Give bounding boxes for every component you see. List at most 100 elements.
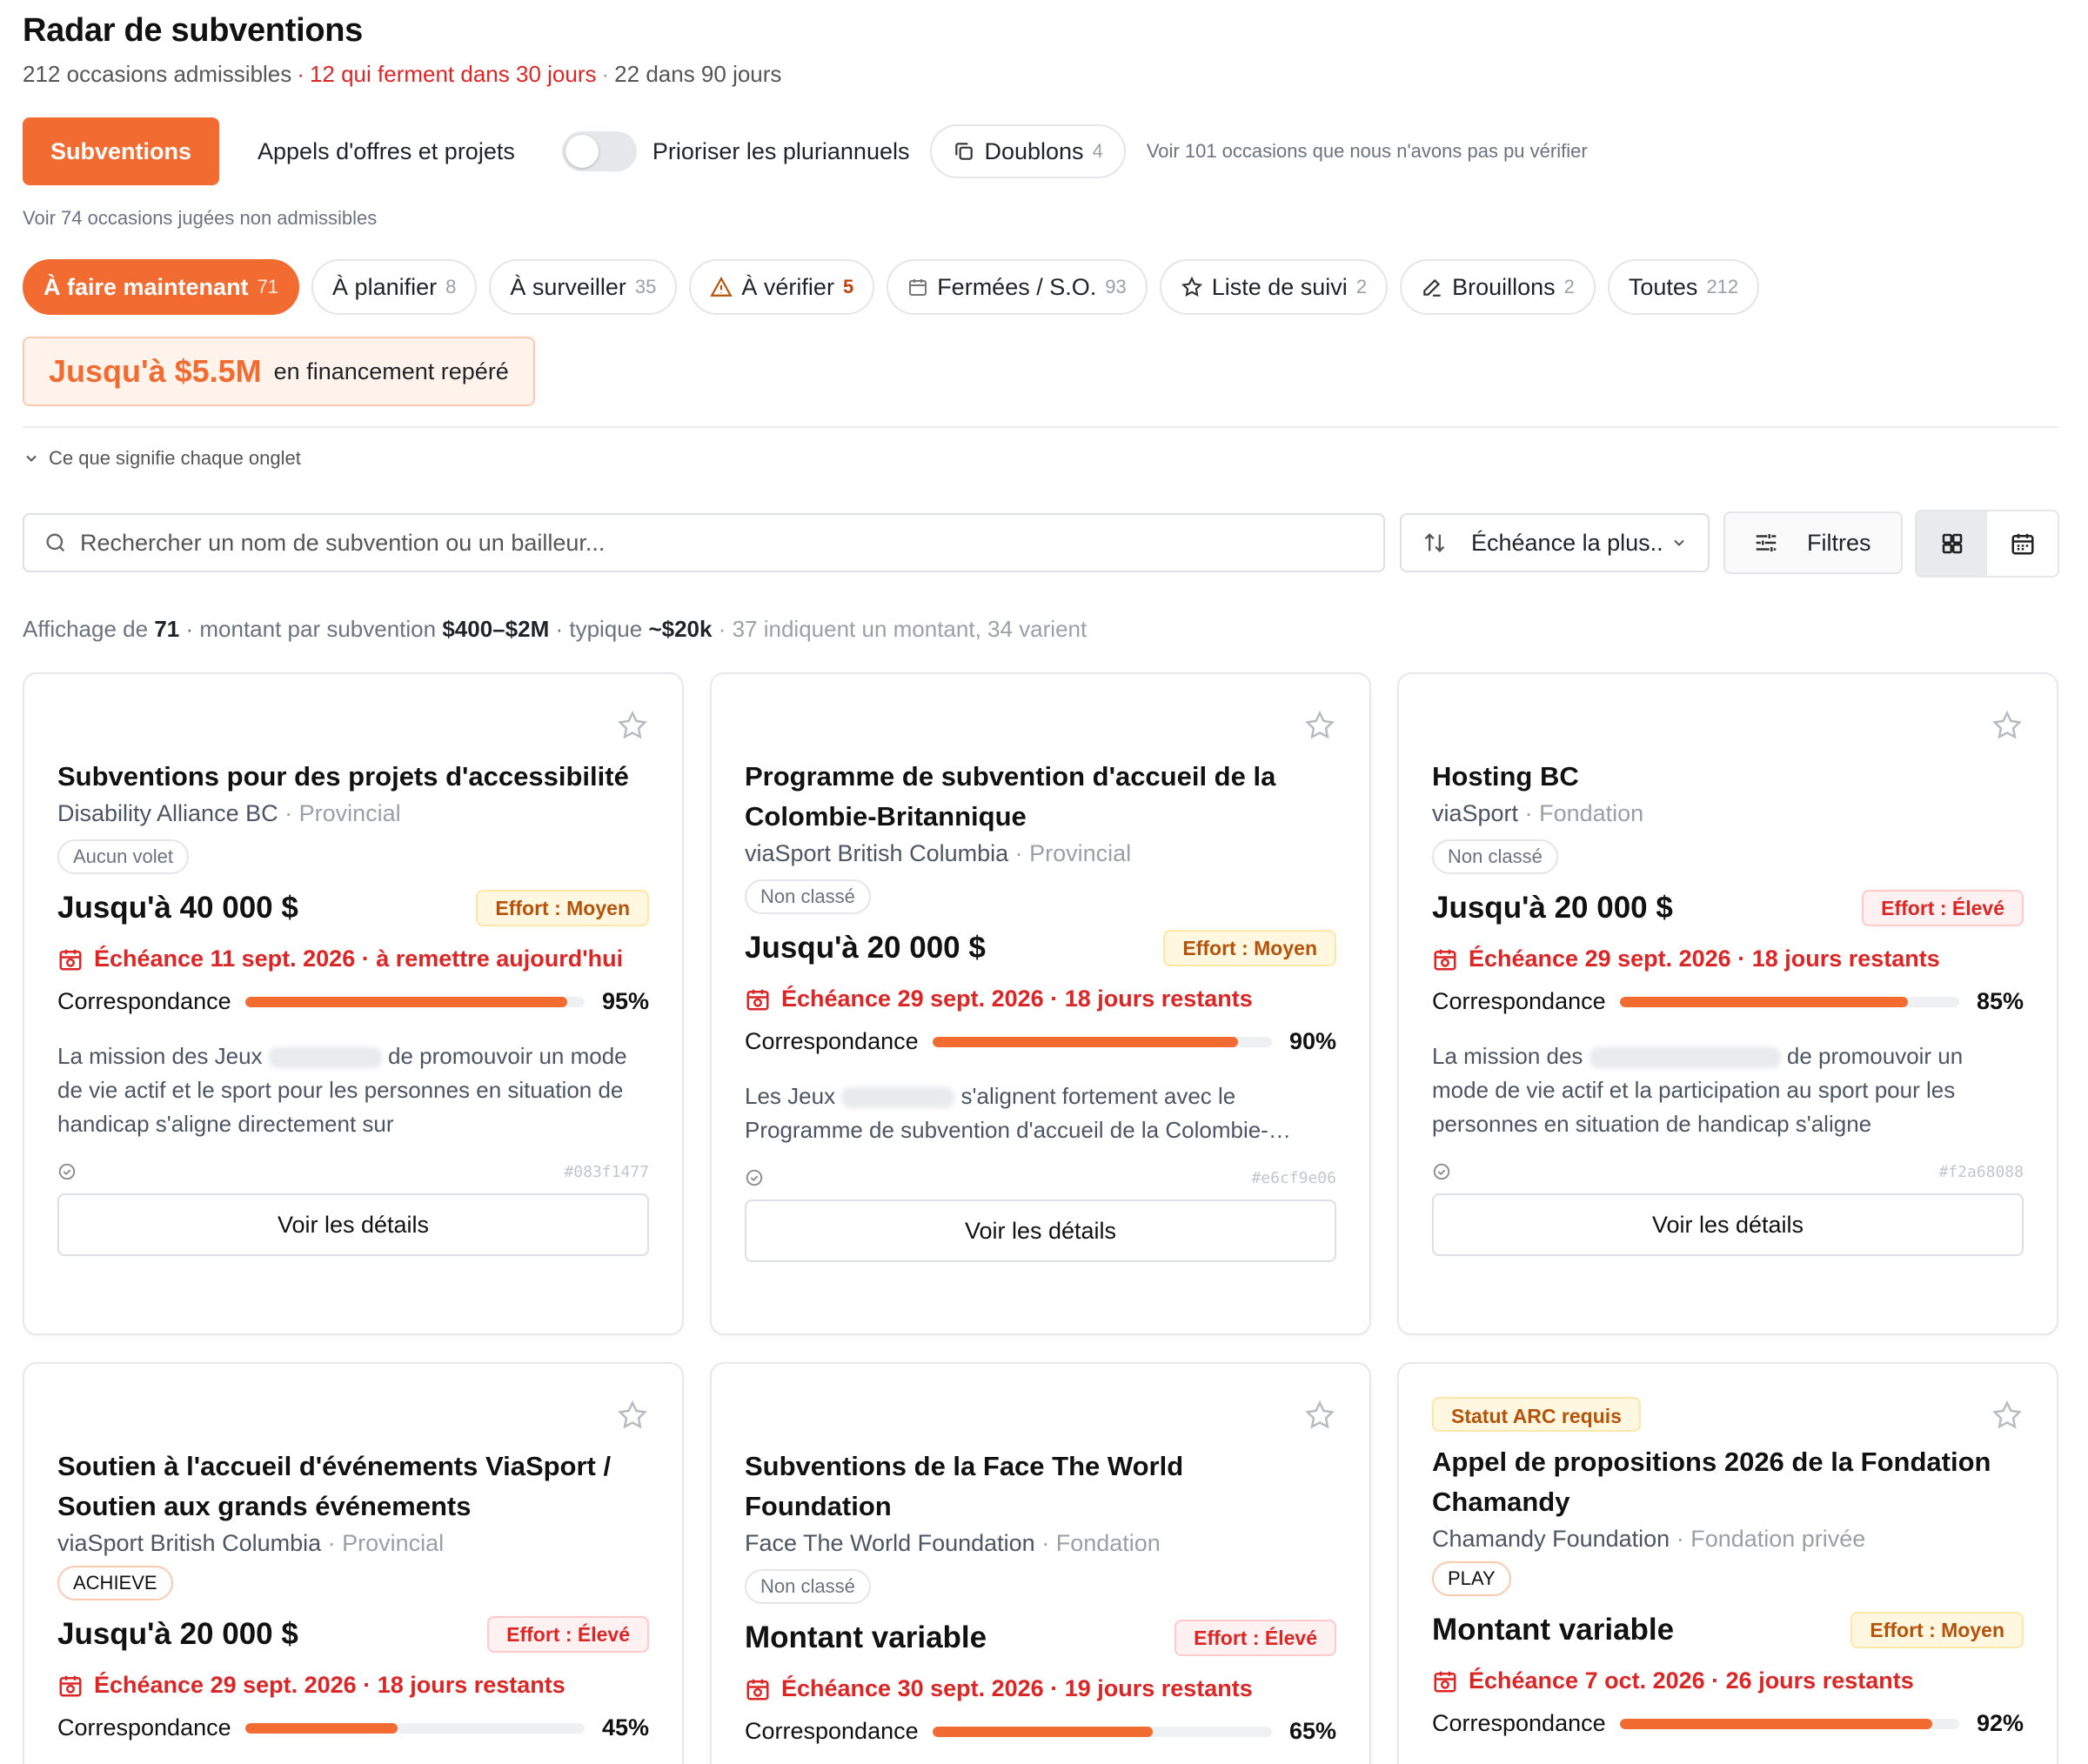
match-score: Correspondance 45% xyxy=(57,1714,649,1741)
funder-name: Chamandy Foundation xyxy=(1432,1526,1670,1552)
sort-icon xyxy=(1424,533,1445,552)
star-icon[interactable] xyxy=(1991,709,2024,742)
grant-title[interactable]: Appel de propositions 2026 de la Fondati… xyxy=(1432,1442,2024,1522)
grant-amount: Jusqu'à 20 000 $ xyxy=(57,1617,298,1651)
funder-name: Disability Alliance BC xyxy=(57,800,278,826)
match-fill xyxy=(1619,996,1909,1007)
alarm-clock-icon xyxy=(59,1675,82,1696)
grant-id: #e6cf9e06 xyxy=(1251,1168,1336,1187)
funder-name: viaSport British Columbia xyxy=(57,1530,322,1556)
match-label: Correspondance xyxy=(745,1028,919,1054)
summary-count: 71 xyxy=(154,616,180,642)
arc-status-badge: Statut ARC requis xyxy=(1432,1397,1641,1432)
match-percent: 65% xyxy=(1288,1718,1336,1744)
match-bar xyxy=(1619,996,1959,1007)
effort-badge: Effort : Moyen xyxy=(1163,930,1336,966)
effort-badge: Effort : Élevé xyxy=(1862,890,2024,926)
filters-button[interactable]: Filtres xyxy=(1723,511,1903,574)
summary-typical-label: · typique xyxy=(555,616,643,642)
tab-a-surveiller[interactable]: À surveiller 35 xyxy=(489,259,678,315)
doublons-button[interactable]: Doublons 4 xyxy=(930,124,1126,178)
unverified-link[interactable]: Voir 101 occasions que nous n'avons pas … xyxy=(1147,140,1588,163)
star-icon[interactable] xyxy=(1303,709,1336,742)
grant-card: Programme de subvention d'accueil de la … xyxy=(710,672,1371,1335)
closing-soon-link[interactable]: 12 qui ferment dans 30 jours xyxy=(310,61,597,87)
grid-icon xyxy=(1942,533,1962,554)
star-icon[interactable] xyxy=(616,709,649,742)
chevron-down-icon xyxy=(1673,539,1684,546)
redacted-text xyxy=(1589,1047,1781,1069)
match-percent: 90% xyxy=(1288,1028,1336,1054)
deadline-text: Échéance 29 sept. 2026 · 18 jours restan… xyxy=(781,986,1253,1012)
grid-view-button[interactable] xyxy=(1917,511,1987,576)
multiyear-toggle[interactable] xyxy=(561,131,637,171)
match-label: Correspondance xyxy=(745,1718,919,1744)
sort-label: Échéance la plus.. xyxy=(1471,529,1663,556)
tab-label: À faire maintenant xyxy=(44,273,249,300)
effort-badge: Effort : Élevé xyxy=(1174,1620,1336,1656)
appels-button[interactable]: Appels d'offres et projets xyxy=(258,138,515,165)
effort-badge: Effort : Moyen xyxy=(476,890,649,926)
tab-label: Liste de suivi xyxy=(1211,273,1348,300)
grant-title[interactable]: Hosting BC xyxy=(1432,757,2024,797)
summary-prefix: Affichage de xyxy=(23,616,149,642)
tab-liste-suivi[interactable]: Liste de suivi 2 xyxy=(1159,259,1389,315)
funding-label: en financement repéré xyxy=(273,357,509,384)
grant-description: Les Jeux s'alignent fortement avec le Pr… xyxy=(745,1079,1336,1147)
grant-description: La mission des de promouvoir un mode de … xyxy=(1432,1039,2024,1141)
tab-a-faire[interactable]: À faire maintenant 71 xyxy=(23,259,300,315)
alarm-clock-icon xyxy=(746,989,769,1010)
tab-count: 2 xyxy=(1355,276,1368,297)
tab-label: À vérifier xyxy=(741,273,834,300)
grant-title[interactable]: Subventions de la Face The World Foundat… xyxy=(745,1447,1336,1527)
deadline: Échéance 29 sept. 2026 · 18 jours restan… xyxy=(745,986,1336,1012)
grant-title[interactable]: Programme de subvention d'accueil de la … xyxy=(745,757,1336,837)
sliders-icon xyxy=(1756,534,1777,551)
funder-name: Face The World Foundation xyxy=(745,1530,1035,1556)
grant-title[interactable]: Soutien à l'accueil d'événements ViaSpor… xyxy=(57,1447,649,1527)
non-admissible-link[interactable]: Voir 74 occasions jugées non admissibles xyxy=(23,207,377,230)
match-label: Correspondance xyxy=(57,988,231,1014)
match-fill xyxy=(244,996,568,1007)
grant-amount: Jusqu'à 40 000 $ xyxy=(57,891,298,925)
match-label: Correspondance xyxy=(57,1714,231,1741)
grant-funder: Face The World Foundation · Fondation xyxy=(745,1530,1336,1557)
star-icon[interactable] xyxy=(1303,1399,1336,1432)
search-input[interactable]: Rechercher un nom de subvention ou un ba… xyxy=(23,513,1385,572)
search-placeholder: Rechercher un nom de subvention ou un ba… xyxy=(80,529,606,556)
doublons-label: Doublons xyxy=(984,137,1084,164)
sort-select[interactable]: Échéance la plus.. xyxy=(1400,513,1710,572)
tab-toutes[interactable]: Toutes 212 xyxy=(1607,259,1760,315)
check-circle-icon xyxy=(58,1163,76,1180)
alarm-clock-icon xyxy=(59,949,82,970)
details-button[interactable]: Voir les détails xyxy=(745,1199,1336,1262)
tab-a-planifier[interactable]: À planifier 8 xyxy=(311,259,478,315)
deadline-text: Échéance 11 sept. 2026 · à remettre aujo… xyxy=(94,945,624,972)
tab-brouillons[interactable]: Brouillons 2 xyxy=(1400,259,1596,315)
details-button[interactable]: Voir les détails xyxy=(1432,1193,2024,1256)
search-icon xyxy=(46,533,65,552)
match-bar xyxy=(1619,1718,1959,1729)
funder-level: · Provincial xyxy=(284,800,401,826)
eligible-count: 212 occasions admissibles xyxy=(23,61,292,87)
grant-funder: viaSport British Columbia · Provincial xyxy=(57,1530,649,1557)
tab-meaning-toggle[interactable]: Ce que signifie chaque onglet xyxy=(23,447,301,470)
subventions-button[interactable]: Subventions xyxy=(23,117,220,185)
star-icon[interactable] xyxy=(616,1399,649,1432)
tab-a-verifier[interactable]: À vérifier 5 xyxy=(689,259,875,315)
funding-amount: Jusqu'à $5.5M xyxy=(49,353,262,389)
calendar-view-button[interactable] xyxy=(1987,511,2058,576)
funder-level: · Fondation xyxy=(1524,800,1644,826)
match-score: Correspondance 65% xyxy=(745,1718,1336,1745)
match-bar xyxy=(932,1726,1272,1737)
tab-fermees[interactable]: Fermées / S.O. 93 xyxy=(887,259,1148,315)
alarm-clock-icon xyxy=(746,1679,769,1700)
stream-chip: ACHIEVE xyxy=(57,1566,173,1600)
grant-card: Hosting BC viaSport · Fondation Non clas… xyxy=(1397,672,2058,1335)
multiyear-toggle-label: Prioriser les pluriannuels xyxy=(652,137,910,164)
tab-count: 93 xyxy=(1105,276,1127,297)
details-button[interactable]: Voir les détails xyxy=(57,1193,649,1256)
tab-count: 8 xyxy=(445,276,457,297)
grant-amount: Montant variable xyxy=(1432,1613,1675,1647)
grant-title[interactable]: Subventions pour des projets d'accessibi… xyxy=(57,757,649,797)
